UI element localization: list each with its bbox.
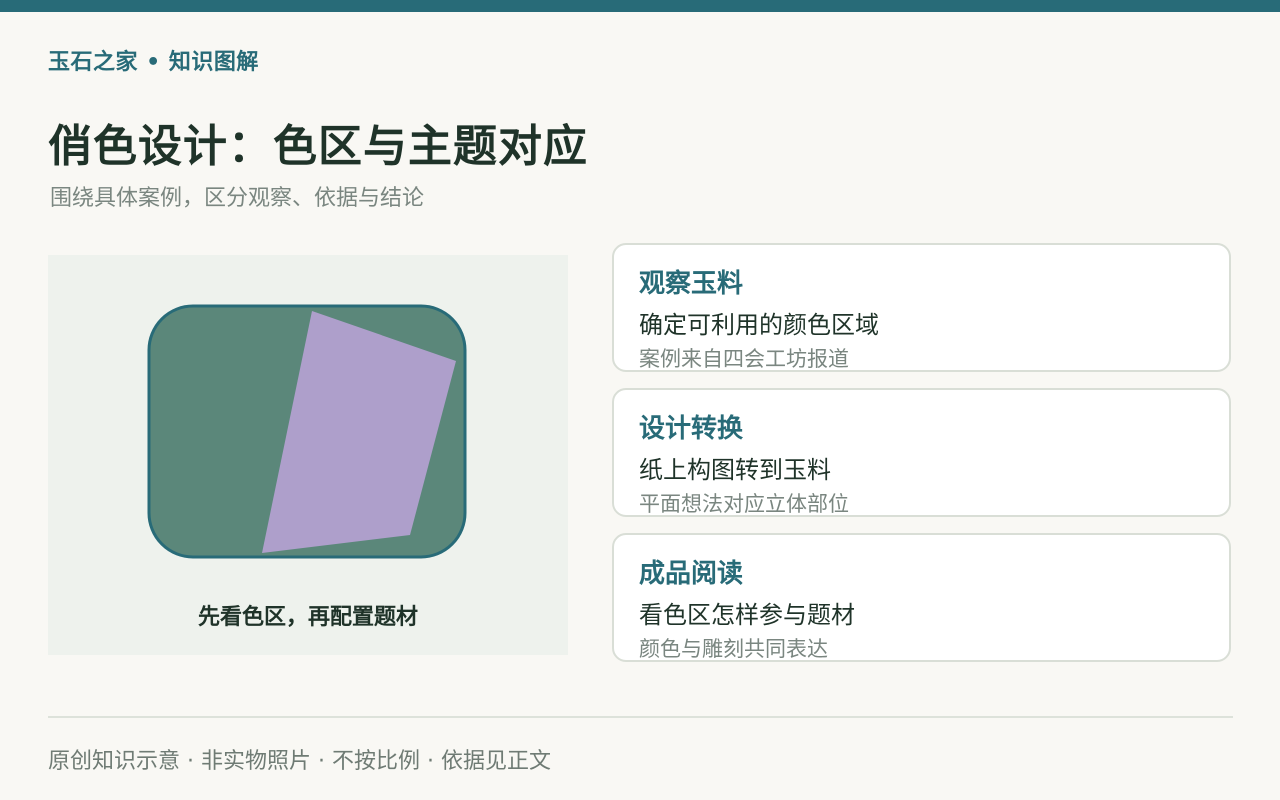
card-finished-reading: 成品阅读 看色区怎样参与题材 颜色与雕刻共同表达	[612, 533, 1231, 662]
page-title: 俏色设计：色区与主题对应	[48, 121, 588, 172]
card-title: 成品阅读	[639, 559, 744, 589]
illustration-panel: 先看色区，再配置题材	[48, 255, 568, 655]
card-design-conversion: 设计转换 纸上构图转到玉料 平面想法对应立体部位	[612, 388, 1231, 517]
top-accent-bar	[0, 0, 1280, 12]
card-title: 观察玉料	[639, 269, 744, 299]
card-note: 颜色与雕刻共同表达	[639, 637, 828, 661]
page-subtitle: 围绕具体案例，区分观察、依据与结论	[50, 186, 425, 211]
jade-stone-illustration	[147, 304, 467, 559]
card-observe-material: 观察玉料 确定可利用的颜色区域 案例来自四会工坊报道	[612, 243, 1231, 372]
brand-label: 玉石之家 • 知识图解	[48, 50, 259, 75]
card-note: 案例来自四会工坊报道	[639, 347, 849, 371]
footer-note: 原创知识示意 · 非实物照片 · 不按比例 · 依据见正文	[48, 749, 551, 774]
card-title: 设计转换	[639, 414, 744, 444]
card-body: 看色区怎样参与题材	[639, 601, 855, 629]
footer-divider	[48, 716, 1233, 718]
card-note: 平面想法对应立体部位	[639, 492, 849, 516]
card-body: 纸上构图转到玉料	[639, 456, 831, 484]
card-body: 确定可利用的颜色区域	[639, 311, 879, 339]
illustration-caption: 先看色区，再配置题材	[197, 605, 418, 630]
